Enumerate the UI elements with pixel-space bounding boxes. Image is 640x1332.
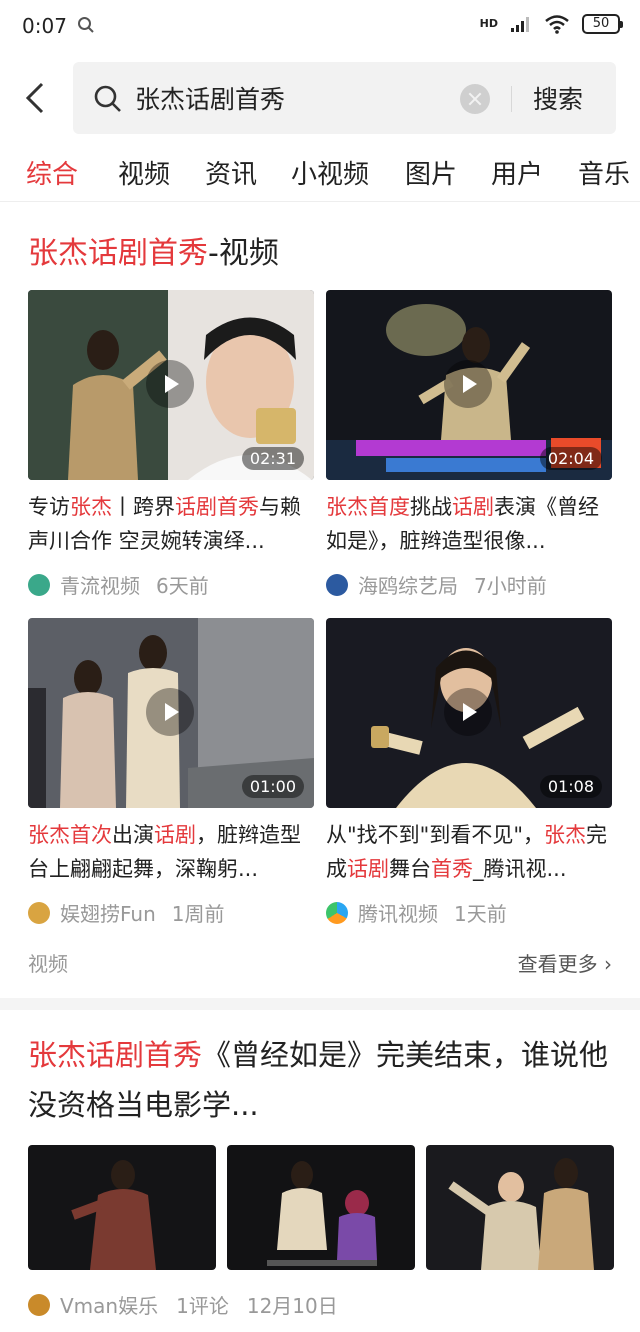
play-icon[interactable] — [444, 360, 492, 408]
video-card[interactable]: 02:04 张杰首度挑战话剧表演《曾经如是》，脏辫造型很像... 海鸥综艺局 7… — [326, 290, 612, 599]
source-avatar-icon — [326, 573, 348, 596]
title-highlight: 张杰首次 — [28, 823, 112, 847]
video-time: 1周前 — [171, 902, 225, 926]
video-card[interactable]: 02:31 专访张杰丨跨界话剧首秀与赖声川合作 空灵婉转演绎... 青流视频 6… — [28, 290, 314, 599]
clear-icon[interactable] — [460, 84, 490, 114]
search-input[interactable]: 张杰话剧首秀 搜索 — [73, 62, 616, 134]
divider — [511, 86, 512, 112]
battery-level: 50 — [592, 16, 610, 31]
video-title[interactable]: 从"找不到"到看不见"，张杰完成话剧舞台首秀_腾讯视... — [326, 818, 612, 886]
video-duration: 02:04 — [539, 447, 602, 470]
signal-icon — [511, 17, 529, 32]
tab-music[interactable]: 音乐 — [578, 154, 630, 191]
video-time: 6天前 — [156, 574, 209, 598]
tencent-video-icon — [326, 901, 348, 924]
footer-label: 视频 — [28, 952, 68, 976]
title-highlight: 话剧首秀 — [175, 495, 259, 519]
article-title-highlight: 张杰话剧首秀 — [28, 1038, 203, 1072]
wifi-icon — [545, 15, 569, 34]
video-time: 7小时前 — [474, 574, 547, 598]
section-title-highlight: 张杰话剧首秀 — [28, 236, 208, 271]
title-highlight: 话剧 — [154, 823, 196, 847]
video-thumbnail[interactable]: 01:00 — [28, 618, 314, 808]
article-date: 12月10日 — [246, 1294, 338, 1318]
status-bar: 0:07 HD 50 — [0, 0, 640, 56]
title-highlight: 话剧 — [347, 857, 389, 881]
section-title-suffix: -视频 — [208, 236, 279, 271]
back-icon[interactable] — [20, 78, 56, 118]
article-comments[interactable]: 1评论 — [176, 1290, 229, 1319]
title-highlight: 张杰 — [70, 495, 112, 519]
source-avatar-icon — [28, 573, 50, 596]
video-card[interactable]: 01:08 从"找不到"到看不见"，张杰完成话剧舞台首秀_腾讯视... 腾讯视频… — [326, 618, 612, 927]
video-section-title[interactable]: 张杰话剧首秀-视频 — [28, 228, 279, 272]
video-section-footer: 视频 查看更多 › — [28, 948, 612, 982]
tab-short-video[interactable]: 小视频 — [291, 154, 369, 191]
title-text: 专访 — [28, 495, 70, 519]
see-more-link[interactable]: 查看更多 › — [518, 948, 612, 977]
video-duration: 01:08 — [539, 775, 602, 798]
title-text: 从"找不到"到看不见"， — [326, 823, 544, 847]
tab-news[interactable]: 资讯 — [205, 154, 257, 191]
video-source[interactable]: 青流视频 — [60, 570, 140, 599]
status-time: 0:07 — [22, 14, 67, 38]
search-header: 张杰话剧首秀 搜索 — [0, 56, 640, 142]
title-text: 舞台 — [389, 857, 431, 881]
article-image[interactable] — [227, 1145, 415, 1270]
search-button[interactable]: 搜索 — [533, 80, 583, 116]
video-title[interactable]: 张杰首度挑战话剧表演《曾经如是》，脏辫造型很像... — [326, 490, 612, 558]
title-highlight: 首秀 — [431, 857, 473, 881]
source-avatar-icon — [28, 901, 50, 924]
play-icon[interactable] — [146, 360, 194, 408]
search-icon — [94, 85, 121, 112]
tab-all[interactable]: 综合 — [26, 154, 78, 191]
video-meta: 娱翅捞Fun 1周前 — [28, 898, 314, 927]
title-text: 挑战 — [410, 495, 452, 519]
video-thumbnail[interactable]: 01:08 — [326, 618, 612, 808]
article-image-picture — [426, 1145, 614, 1270]
video-duration: 02:31 — [241, 447, 304, 470]
video-thumbnail[interactable]: 02:31 — [28, 290, 314, 480]
video-card[interactable]: 01:00 张杰首次出演话剧，脏辫造型台上翩翩起舞，深鞠躬... 娱翅捞Fun … — [28, 618, 314, 927]
play-icon[interactable] — [146, 688, 194, 736]
article-source[interactable]: Vman娱乐 — [60, 1290, 158, 1319]
video-source[interactable]: 腾讯视频 — [358, 898, 438, 927]
battery-icon: 50 — [582, 14, 623, 34]
video-title[interactable]: 张杰首次出演话剧，脏辫造型台上翩翩起舞，深鞠躬... — [28, 818, 314, 886]
title-text: 出演 — [112, 823, 154, 847]
article-title[interactable]: 张杰话剧首秀《曾经如是》完美结束，谁说他没资格当电影学... — [28, 1030, 612, 1130]
category-tabs: 综合 视频 资讯 小视频 图片 用户 音乐 — [0, 142, 640, 202]
video-thumbnail[interactable]: 02:04 — [326, 290, 612, 480]
search-icon — [78, 17, 94, 33]
network-label: HD — [479, 17, 498, 30]
title-highlight: 张杰 — [543, 823, 586, 847]
article-image-picture — [227, 1145, 415, 1270]
video-meta: 腾讯视频 1天前 — [326, 898, 612, 927]
video-duration: 01:00 — [241, 775, 304, 798]
tab-users[interactable]: 用户 — [491, 154, 543, 191]
source-avatar-icon — [28, 1293, 50, 1316]
article-image[interactable] — [426, 1145, 614, 1270]
video-source[interactable]: 海鸥综艺局 — [358, 570, 458, 599]
video-time: 1天前 — [454, 902, 507, 926]
article-meta: Vman娱乐 1评论 12月10日 — [28, 1290, 356, 1319]
search-query[interactable]: 张杰话剧首秀 — [135, 80, 285, 116]
title-highlight: 话剧 — [452, 495, 494, 519]
play-icon[interactable] — [444, 688, 492, 736]
video-meta: 青流视频 6天前 — [28, 570, 314, 599]
section-divider — [0, 998, 640, 1010]
article-image-picture — [28, 1145, 216, 1270]
video-meta: 海鸥综艺局 7小时前 — [326, 570, 612, 599]
article-image[interactable] — [28, 1145, 216, 1270]
title-highlight: 张杰首度 — [326, 495, 410, 519]
title-text: 丨跨界 — [112, 495, 175, 519]
video-title[interactable]: 专访张杰丨跨界话剧首秀与赖声川合作 空灵婉转演绎... — [28, 490, 314, 558]
tab-video[interactable]: 视频 — [118, 154, 170, 191]
tab-images[interactable]: 图片 — [405, 154, 457, 191]
video-source[interactable]: 娱翅捞Fun — [60, 898, 156, 927]
title-text: _腾讯视... — [473, 857, 567, 881]
